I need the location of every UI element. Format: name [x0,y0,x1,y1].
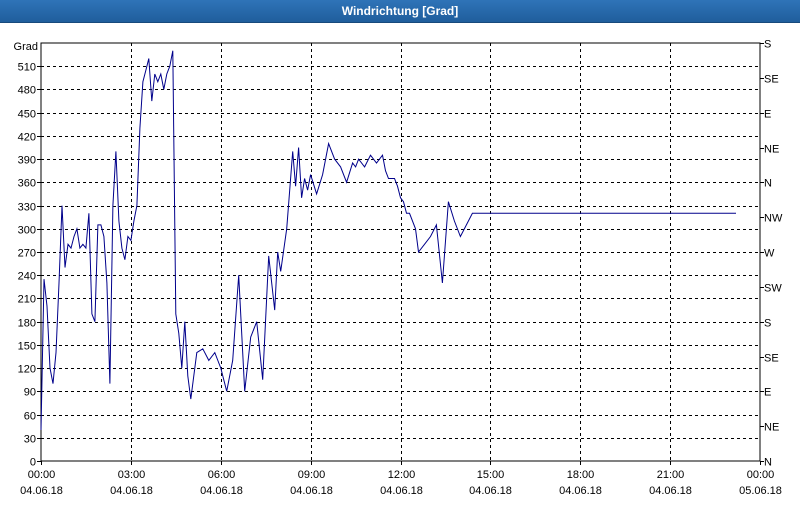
left-tick-label: 0 [30,457,36,469]
x-tick-time: 18:00 [567,469,595,481]
right-tick-label: SW [764,283,782,295]
x-tick-date: 04.06.18 [290,485,333,497]
chart-area: 0 30 60 90 120 150 180 210 240 270 300 330 360 390 420… [0,22,800,500]
left-tick-label: 420 [18,132,36,144]
left-tick-label: 150 [18,341,36,353]
left-tick-label: 270 [18,248,36,260]
chart-title-bar: Windrichtung [Grad] [0,0,800,23]
right-tick-label: SE [764,353,779,365]
right-tick-label: W [764,248,775,260]
x-tick-date: 04.06.18 [380,485,423,497]
wind-direction-chart: 0 30 60 90 120 150 180 210 240 270 300 330 360 390 420… [14,39,783,498]
left-tick-label: 60 [24,411,36,423]
right-tick-label: E [764,387,771,399]
right-tick-label: N [764,457,772,469]
left-tick-label: 300 [18,225,36,237]
y-axis-label: Grad [14,41,38,53]
left-tick-label: 390 [18,155,36,167]
x-tick-time: 03:00 [118,469,146,481]
x-tick-date: 04.06.18 [559,485,602,497]
x-tick-date: 04.06.18 [649,485,692,497]
left-tick-label: 240 [18,271,36,283]
plot-border [40,42,761,462]
left-tick-label: 90 [24,387,36,399]
left-tick-label: 120 [18,364,36,376]
left-tick-label: 330 [18,202,36,214]
grid [41,43,760,461]
series-line [40,50,736,431]
left-tick-label: 510 [18,62,36,74]
right-tick-label: E [764,109,771,121]
right-tick-label: SE [764,74,779,86]
x-tick-date: 04.06.18 [20,485,63,497]
right-tick-label: S [764,318,771,330]
right-tick-label: N [764,178,772,190]
x-tick-time: 09:00 [298,469,326,481]
x-tick-time: 12:00 [388,469,416,481]
x-tick-time: 00:00 [28,469,56,481]
x-tick-date: 04.06.18 [110,485,153,497]
x-tick-date: 04.06.18 [469,485,512,497]
left-tick-label: 180 [18,318,36,330]
x-tick-date: 04.06.18 [200,485,243,497]
left-tick-label: 30 [24,434,36,446]
x-ticks: 00:00 04.06.18 03:00 04.06.18 06:00 04.06.18 0… [20,461,782,497]
right-y-ticks: N NE E SE S SW W NW N NE E SE S [760,39,783,469]
right-tick-label: NE [764,144,779,156]
x-tick-time: 21:00 [657,469,685,481]
left-tick-label: 360 [18,178,36,190]
left-tick-label: 210 [18,294,36,306]
x-tick-time: 00:00 [747,469,775,481]
left-tick-label: 480 [18,85,36,97]
left-y-ticks: 0 30 60 90 120 150 180 210 240 270 300 330 360 390 420… [18,62,41,469]
right-tick-label: NE [764,422,779,434]
right-tick-label: NW [764,213,783,225]
x-tick-date: 05.06.18 [739,485,782,497]
x-tick-time: 06:00 [208,469,236,481]
left-tick-label: 450 [18,109,36,121]
x-tick-time: 15:00 [477,469,505,481]
axes [40,42,761,462]
right-tick-label: S [764,39,771,51]
chart-title: Windrichtung [Grad] [341,4,459,18]
